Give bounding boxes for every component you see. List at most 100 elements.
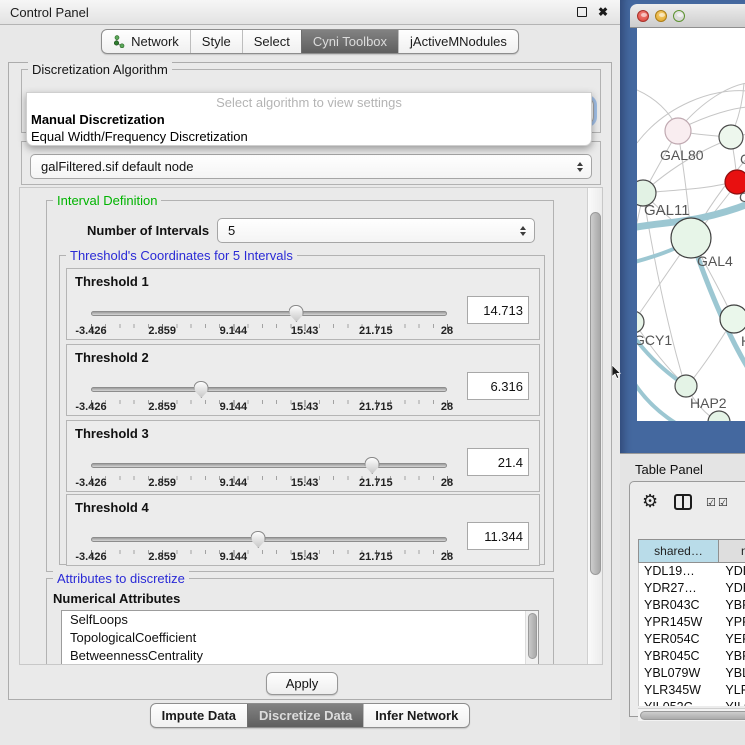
threshold-3-label: Threshold 3 [75, 426, 149, 441]
tab-network[interactable]: Network [102, 30, 190, 53]
slider-tick-labels: -3.4262.8599.14415.4321.71528 [91, 401, 447, 413]
node-label: HAP2 [690, 395, 727, 411]
table-row[interactable]: YBR043CYBR0 [639, 597, 745, 614]
combo-arrows-icon [520, 226, 526, 236]
settings-scrollbar-thumb[interactable] [590, 212, 601, 575]
threshold-1-value-field[interactable]: 14.713 [467, 296, 529, 324]
gear-icon[interactable]: ⚙ [642, 491, 658, 512]
network-node[interactable] [637, 311, 644, 333]
threshold-2-value-field[interactable]: 6.316 [467, 372, 529, 400]
float-window-icon[interactable] [577, 7, 587, 17]
panel-title: Control Panel [10, 0, 89, 25]
column-layout-icon[interactable] [674, 494, 692, 510]
table-scrollbar-thumb[interactable] [640, 711, 745, 720]
network-node[interactable] [708, 411, 730, 421]
mouse-cursor [612, 365, 622, 379]
network-node[interactable] [665, 118, 691, 144]
algorithm-option-manual[interactable]: Manual Discretization [31, 112, 165, 127]
table-data-group: Table Data galFiltered.sif default node [21, 141, 601, 185]
tab-select[interactable]: Select [242, 30, 301, 53]
network-node[interactable] [719, 125, 743, 149]
table-row[interactable]: YDL19…YDL1 [639, 563, 745, 580]
algorithm-placeholder: Select algorithm to view settings [27, 95, 591, 110]
checkbox-icon[interactable]: ☑ [718, 496, 728, 509]
zoom-traffic-light-icon[interactable] [673, 10, 685, 22]
slider-track[interactable] [91, 387, 447, 392]
table-row[interactable]: YPR145WYPR1 [639, 614, 745, 631]
slider-thumb[interactable] [289, 305, 304, 322]
tab-jactivemnodules[interactable]: jActiveMNodules [398, 30, 518, 53]
network-node[interactable] [720, 305, 745, 333]
network-nodes[interactable] [637, 118, 745, 421]
table-header-row: shared… na [638, 539, 745, 563]
slider-track[interactable] [91, 537, 447, 542]
number-of-intervals-label: Number of Intervals [87, 223, 209, 238]
slider-thumb[interactable] [194, 381, 209, 398]
network-graph[interactable]: GAL80 GA C GAL11 GAL4 GCY1 H HAP2 [637, 28, 745, 421]
control-panel: Control Panel ✖ Network Style Select Cyn… [0, 0, 620, 745]
list-scrollbar[interactable] [525, 611, 538, 665]
discretization-algorithm-group: Discretization Algorithm Select algorith… [21, 69, 601, 133]
node-label: GAL80 [660, 147, 704, 163]
list-item[interactable]: TopologicalCoefficient [62, 629, 538, 647]
combo-arrows-icon [577, 162, 583, 172]
cytoscape-desktop: GAL80 GA C GAL11 GAL4 GCY1 H HAP2 [620, 0, 745, 453]
number-of-intervals-select[interactable]: 5 [217, 218, 535, 243]
column-header-shared-name[interactable]: shared… [638, 539, 719, 563]
numerical-attributes-list[interactable]: SelfLoops TopologicalCoefficient Between… [61, 610, 539, 665]
threshold-1-slider[interactable] [91, 305, 447, 323]
tab-impute-data[interactable]: Impute Data [151, 704, 247, 727]
network-canvas[interactable]: GAL80 GA C GAL11 GAL4 GCY1 H HAP2 [637, 28, 745, 421]
numerical-attributes-label: Numerical Attributes [53, 591, 180, 606]
list-item[interactable]: SelfLoops [62, 611, 538, 629]
attributes-group: Attributes to discretize Numerical Attri… [46, 578, 554, 665]
apply-button[interactable]: Apply [266, 672, 338, 695]
table-row[interactable]: YER054CYER0 [639, 631, 745, 648]
threshold-3-value-field[interactable]: 21.4 [467, 448, 529, 476]
threshold-3-slider[interactable] [91, 457, 447, 475]
threshold-4-value-field[interactable]: 11.344 [467, 522, 529, 550]
tab-infer-network[interactable]: Infer Network [363, 704, 469, 727]
bottom-tab-bar: Impute Data Discretize Data Infer Networ… [0, 703, 620, 728]
cyni-toolbox-panel: Discretization Algorithm Select algorith… [8, 62, 612, 700]
slider-track[interactable] [91, 463, 447, 468]
slider-thumb[interactable] [365, 457, 380, 474]
close-icon[interactable]: ✖ [598, 6, 608, 19]
table-row[interactable]: YBR045CYBR0 [639, 648, 745, 665]
table-row[interactable]: YDR27…YDR2 [639, 580, 745, 597]
network-icon [113, 35, 126, 48]
table-row[interactable]: YLR345WYLR3 [639, 682, 745, 699]
threshold-4-slider[interactable] [91, 531, 447, 549]
tab-discretize-data[interactable]: Discretize Data [247, 704, 363, 727]
checkbox-icon[interactable]: ☑ [706, 496, 716, 509]
table-data-select[interactable]: galFiltered.sif default node [30, 154, 592, 179]
node-label: GCY1 [637, 332, 672, 348]
list-scrollbar-thumb[interactable] [528, 613, 537, 659]
tab-style[interactable]: Style [190, 30, 242, 53]
table-body[interactable]: YDL19…YDL1 YDR27…YDR2 YBR043CYBR0 YPR145… [638, 563, 745, 706]
network-node[interactable] [671, 218, 711, 258]
algorithm-option-equal-width[interactable]: Equal Width/Frequency Discretization [31, 129, 248, 144]
column-header-name[interactable]: na [719, 539, 745, 563]
network-node[interactable] [675, 375, 697, 397]
close-traffic-light-icon[interactable] [637, 10, 649, 22]
interval-definition-label: Interval Definition [53, 193, 161, 208]
table-row[interactable]: YIL052CYIL0 [639, 699, 745, 706]
slider-track[interactable] [91, 311, 447, 316]
tab-cyni-toolbox[interactable]: Cyni Toolbox [301, 30, 398, 53]
table-panel-region: Table Panel ⚙ ☑ ☑ shared… na YDL19…YDL1 … [620, 453, 745, 745]
table-row[interactable]: YBL079WYBL0 [639, 665, 745, 682]
settings-scrollbar[interactable] [587, 188, 602, 664]
node-label: GAL4 [697, 253, 733, 269]
table-horizontal-scrollbar[interactable] [638, 708, 745, 721]
slider-thumb[interactable] [251, 531, 266, 548]
minimize-traffic-light-icon[interactable] [655, 10, 667, 22]
discretization-algorithm-label: Discretization Algorithm [28, 62, 172, 77]
network-window-titlebar[interactable] [630, 4, 745, 28]
attributes-group-label: Attributes to discretize [53, 571, 189, 586]
list-item[interactable]: BetweennessCentrality [62, 647, 538, 665]
threshold-4-label: Threshold 4 [75, 500, 149, 515]
threshold-2-slider[interactable] [91, 381, 447, 399]
top-tab-bar: Network Style Select Cyni Toolbox jActiv… [0, 29, 620, 54]
slider-tick-labels: -3.4262.8599.14415.4321.71528 [91, 551, 447, 563]
